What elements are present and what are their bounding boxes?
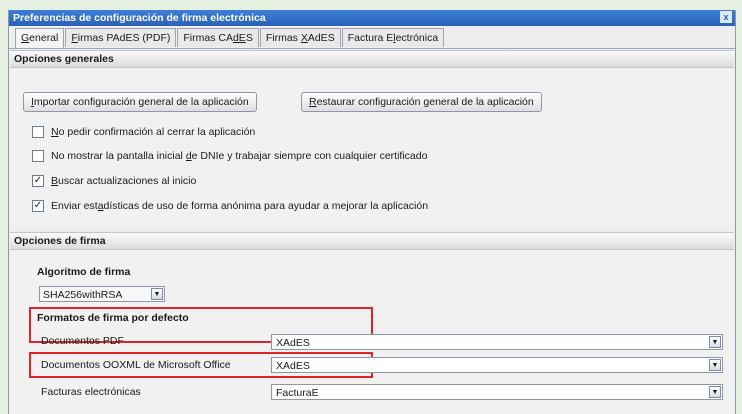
chevron-down-icon[interactable]: ▼ (709, 359, 721, 371)
tab-factura-electronica[interactable]: Factura Electrónica (341, 28, 445, 47)
tab-bar: General Firmas PAdES (PDF) Firmas CAdES … (15, 28, 445, 48)
algorithm-label: Algoritmo de firma (37, 266, 131, 278)
no-start-screen-checkbox[interactable] (32, 150, 44, 162)
check-updates-checkbox[interactable]: ✓ (32, 175, 44, 187)
algorithm-select[interactable]: SHA256withRSA ▼ (39, 286, 165, 302)
tab-divider (9, 48, 735, 49)
invoice-format-label: Facturas electrónicas (41, 386, 141, 398)
pdf-format-label: Documentos PDF (41, 335, 124, 347)
no-start-screen-row[interactable]: No mostrar la pantalla inicial de DNIe y… (32, 148, 427, 164)
chevron-down-icon[interactable]: ▼ (709, 336, 721, 348)
import-config-button[interactable]: Importar configuración general de la apl… (23, 92, 257, 112)
invoice-format-select[interactable]: FacturaE ▼ (271, 384, 723, 400)
no-confirm-close-row[interactable]: No pedir confirmación al cerrar la aplic… (32, 124, 255, 140)
tab-general[interactable]: General (15, 28, 65, 48)
tab-firmas-cades[interactable]: Firmas CAdES (177, 28, 259, 47)
send-stats-checkbox[interactable]: ✓ (32, 200, 44, 212)
close-icon[interactable]: x (720, 11, 732, 23)
restore-config-button[interactable]: Restaurar configuración general de la ap… (301, 92, 542, 112)
no-confirm-close-checkbox[interactable] (32, 126, 44, 138)
formats-label: Formatos de firma por defecto (37, 312, 189, 324)
window-title: Preferencias de configuración de firma e… (13, 12, 266, 24)
pdf-format-select[interactable]: XAdES ▼ (271, 334, 723, 350)
chevron-down-icon[interactable]: ▼ (709, 386, 721, 398)
ooxml-format-select[interactable]: XAdES ▼ (271, 357, 723, 373)
check-updates-row[interactable]: ✓ Buscar actualizaciones al inicio (32, 173, 196, 189)
preferences-window: Preferencias de configuración de firma e… (8, 10, 736, 414)
chevron-down-icon[interactable]: ▼ (151, 288, 163, 300)
general-options-header: Opciones generales (10, 50, 734, 68)
title-bar: Preferencias de configuración de firma e… (9, 10, 735, 26)
send-stats-row[interactable]: ✓ Enviar estadísticas de uso de forma an… (32, 198, 428, 214)
ooxml-format-label: Documentos OOXML de Microsoft Office (41, 359, 231, 371)
signature-options-header: Opciones de firma (10, 232, 734, 250)
tab-firmas-pades[interactable]: Firmas PAdES (PDF) (65, 28, 177, 47)
tab-firmas-xades[interactable]: Firmas XAdES (259, 28, 341, 47)
